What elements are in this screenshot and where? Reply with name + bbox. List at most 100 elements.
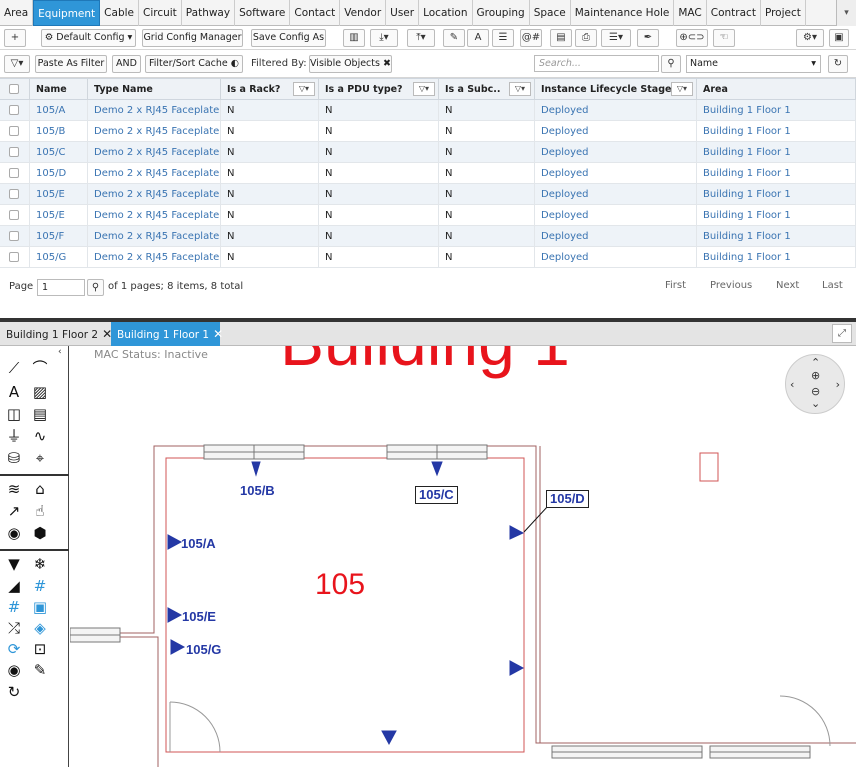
columns-icon[interactable]: ▤ <box>550 29 572 47</box>
row-checkbox[interactable] <box>9 252 19 262</box>
column-header-is-a-rack-[interactable]: Is a Rack? ▽▾ <box>221 79 319 101</box>
row-checkbox[interactable] <box>9 168 19 178</box>
tab-space[interactable]: Space <box>530 0 571 26</box>
filter-menu-icon[interactable]: ▽▾ <box>4 55 30 73</box>
hand-icon[interactable]: ☜ <box>713 29 735 47</box>
add-stack-icon[interactable]: ⛁ <box>4 448 24 468</box>
layers-icon[interactable]: ≋ <box>4 479 24 499</box>
save-config-as-button[interactable]: Save Config As <box>251 29 326 47</box>
cell-name[interactable]: 105/A <box>30 100 88 121</box>
expand-icon[interactable]: ⤢ <box>832 324 852 343</box>
table-row[interactable]: 105/F Demo 2 x RJ45 Faceplate N N N Deployed B… <box>0 226 856 247</box>
add-rack-icon[interactable]: ▤ <box>30 404 50 424</box>
print-icon[interactable]: ⎙ <box>575 29 597 47</box>
grid-settings-icon[interactable]: # <box>4 597 24 617</box>
tab-building-1-floor-2[interactable]: Building 1 Floor 2 ✕ <box>0 322 112 346</box>
search-field-select[interactable]: Name ▾ <box>686 55 821 73</box>
cell-name[interactable]: 105/E <box>30 205 88 226</box>
collapse-icon[interactable]: ‹ <box>58 347 62 357</box>
row-checkbox[interactable] <box>9 189 19 199</box>
font-icon[interactable]: A <box>467 29 489 47</box>
cube-icon[interactable]: ◈ <box>30 618 50 638</box>
cell-name[interactable]: 105/G <box>30 247 88 268</box>
eye-icon[interactable]: ◉ <box>4 523 24 543</box>
refresh-icon[interactable]: ↻ <box>828 55 848 73</box>
pin-icon[interactable]: ✒ <box>637 29 659 47</box>
outlet-label-105g[interactable]: 105/G <box>186 642 221 657</box>
filter-chip[interactable]: Visible Objects ✖ <box>309 55 392 73</box>
snowflake-icon[interactable]: ❄ <box>30 554 50 574</box>
tab-equipment[interactable]: Equipment <box>33 0 101 26</box>
column-filter-icon[interactable]: ▽▾ <box>509 82 531 96</box>
download-icon[interactable]: ⤓▾ <box>370 29 398 47</box>
cell-name[interactable]: 105/E <box>30 184 88 205</box>
draw-line-icon[interactable]: ⟋ <box>4 358 24 378</box>
tab-circuit[interactable]: Circuit <box>139 0 182 26</box>
tab-pathway[interactable]: Pathway <box>182 0 236 26</box>
tab-contract[interactable]: Contract <box>707 0 761 26</box>
filter-icon[interactable]: ▼ <box>4 554 24 574</box>
ruler-icon[interactable]: ✎ <box>30 660 50 680</box>
outlet-label-105a[interactable]: 105/A <box>181 536 216 551</box>
add-path-icon[interactable]: ∿ <box>30 426 50 446</box>
draw-arc-icon[interactable]: ⌒ <box>30 358 50 378</box>
cell-name[interactable]: 105/D <box>30 163 88 184</box>
pan-zoom-control[interactable]: ⌃ ‹ › ⊕ ⊖ ⌄ <box>785 354 845 414</box>
visibility-icon[interactable]: ◉ <box>4 660 24 680</box>
column-header-is-a-subc-[interactable]: Is a Subc.. ▽▾ <box>439 79 535 101</box>
chart-icon[interactable]: ▥ <box>343 29 365 47</box>
outlet-label-105e[interactable]: 105/E <box>182 609 216 624</box>
column-header-type-name[interactable]: Type Name <box>88 79 221 101</box>
cell-name[interactable]: 105/B <box>30 121 88 142</box>
default-config-dropdown[interactable]: ⚙ Default Config ▾ <box>41 29 136 47</box>
table-row[interactable]: 105/A Demo 2 x RJ45 Faceplate N N N Deployed B… <box>0 100 856 121</box>
tab-maintenance-hole[interactable]: Maintenance Hole <box>571 0 675 26</box>
cubes-icon[interactable]: ⬢ <box>30 523 50 543</box>
table-row[interactable]: 105/E Demo 2 x RJ45 Faceplate N N N Deployed B… <box>0 205 856 226</box>
search-icon[interactable]: ⚲ <box>661 55 681 73</box>
pan-down-icon[interactable]: ⌄ <box>811 397 820 410</box>
previous-page-link[interactable]: Previous <box>710 277 752 295</box>
table-row[interactable]: 105/B Demo 2 x RJ45 Faceplate N N N Deployed B… <box>0 121 856 142</box>
column-header-area[interactable]: Area <box>697 79 856 101</box>
next-page-link[interactable]: Next <box>776 277 799 295</box>
link-icon[interactable]: ⊕⊂⊃ <box>676 29 708 47</box>
pan-right-icon[interactable]: › <box>836 378 840 391</box>
row-checkbox[interactable] <box>9 147 19 157</box>
cell-name[interactable]: 105/F <box>30 226 88 247</box>
column-header-is-a-pdu-type-[interactable]: Is a PDU type? ▽▾ <box>319 79 439 101</box>
table-row[interactable]: 105/C Demo 2 x RJ45 Faceplate N N N Deployed B… <box>0 142 856 163</box>
column-filter-icon[interactable]: ▽▾ <box>671 82 693 96</box>
rows-menu-icon[interactable]: ☰▾ <box>601 29 631 47</box>
tab-area[interactable]: Area <box>0 0 34 26</box>
column-filter-icon[interactable]: ▽▾ <box>413 82 435 96</box>
tab-contact[interactable]: Contact <box>290 0 341 26</box>
table-row[interactable]: 105/G Demo 2 x RJ45 Faceplate N N N Deployed B… <box>0 247 856 268</box>
picture-icon[interactable]: ▣ <box>30 597 50 617</box>
select-all-checkbox[interactable] <box>9 84 19 94</box>
add-plug-icon[interactable]: ⏚ <box>4 426 24 446</box>
gear-icon[interactable]: ⚙▾ <box>796 29 824 47</box>
column-header-instance-lifecycle-stage[interactable]: Instance Lifecycle Stage ▽▾ <box>535 79 697 101</box>
close-icon[interactable]: ✖ <box>383 58 391 69</box>
add-icon[interactable]: + <box>4 29 26 47</box>
tab-project[interactable]: Project <box>761 0 806 26</box>
go-page-icon[interactable]: ⚲ <box>87 279 104 296</box>
page-input[interactable]: 1 <box>37 279 85 296</box>
row-checkbox[interactable] <box>9 210 19 220</box>
table-row[interactable]: 105/E Demo 2 x RJ45 Faceplate N N N Deployed B… <box>0 184 856 205</box>
list-icon[interactable]: ☰ <box>492 29 514 47</box>
grid-icon[interactable]: # <box>30 576 50 596</box>
more-tabs-icon[interactable]: ▾ <box>836 0 856 26</box>
floor-plan-canvas[interactable]: Building 1 MAC Status: Inactive <box>70 346 856 767</box>
tag-icon[interactable]: ⌂ <box>30 479 50 499</box>
paste-as-filter-button[interactable]: Paste As Filter <box>35 55 107 73</box>
close-icon[interactable]: ✕ <box>213 327 223 341</box>
trend-icon[interactable]: ↗ <box>4 501 24 521</box>
tab-building-1-floor-1[interactable]: Building 1 Floor 1 ✕ <box>111 322 223 346</box>
table-row[interactable]: 105/D Demo 2 x RJ45 Faceplate N N N Deployed B… <box>0 163 856 184</box>
tab-mac[interactable]: MAC <box>674 0 707 26</box>
edit-icon[interactable]: ✎ <box>443 29 465 47</box>
column-filter-icon[interactable]: ▽▾ <box>293 82 315 96</box>
tab-cable[interactable]: Cable <box>100 0 139 26</box>
